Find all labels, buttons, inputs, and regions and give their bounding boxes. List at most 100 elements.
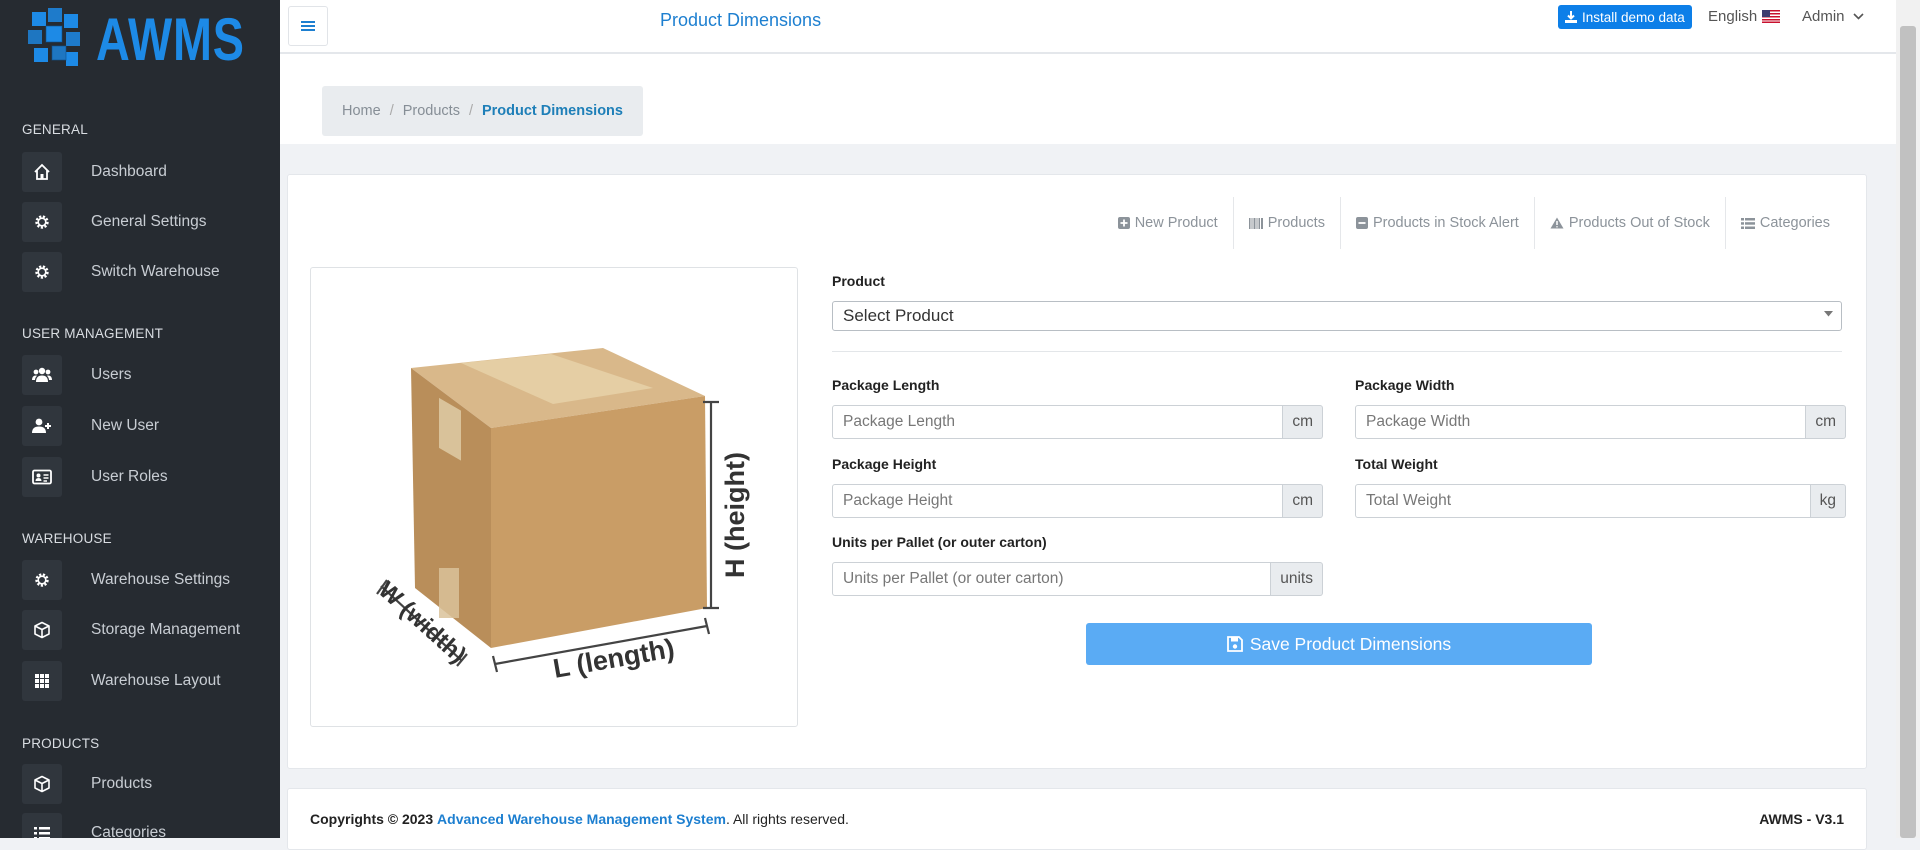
breadcrumb-home-link[interactable]: Home	[342, 103, 381, 119]
minus-square-icon	[1355, 217, 1368, 229]
sidebar-section-user-management: USER MANAGEMENT	[22, 326, 164, 341]
list-icon	[1740, 217, 1755, 229]
breadcrumb-separator: /	[468, 103, 473, 119]
sidebar-section-general: GENERAL	[22, 122, 88, 137]
sidebar-item-new-user[interactable]: New User	[22, 406, 272, 446]
page-title: Product Dimensions	[660, 10, 822, 30]
language-selector[interactable]: English	[1708, 8, 1781, 25]
app-logo[interactable]: AWMS	[26, 6, 280, 74]
sidebar-item-label: General Settings	[91, 213, 207, 230]
sidebar-item-general-settings[interactable]: General Settings	[22, 202, 272, 242]
cube-icon	[22, 610, 62, 650]
weight-unit: kg	[1810, 484, 1846, 518]
sidebar-item-users[interactable]: Users	[22, 355, 272, 395]
total-weight-input[interactable]	[1355, 484, 1811, 518]
rights-text: . All rights reserved.	[725, 811, 849, 827]
grid-icon	[22, 661, 62, 701]
categories-label: Categories	[1759, 215, 1830, 231]
sidebar-item-dashboard[interactable]: Dashboard	[22, 152, 272, 192]
caret-down-icon	[1824, 311, 1833, 317]
stock-alert-link[interactable]: Products in Stock Alert	[1341, 197, 1535, 249]
categories-link[interactable]: Categories	[1726, 197, 1830, 249]
package-width-group: cm	[1355, 405, 1846, 439]
logo-text: AWMS	[96, 6, 245, 73]
download-icon	[1565, 11, 1577, 23]
out-of-stock-label: Products Out of Stock	[1568, 215, 1710, 231]
units-per-pallet-input[interactable]	[832, 562, 1272, 596]
package-length-label: Package Length	[832, 377, 940, 393]
footer-copyright: Copyrights © 2023 Advanced Warehouse Man…	[310, 811, 849, 827]
sidebar-item-storage-management[interactable]: Storage Management	[22, 610, 272, 650]
menu-toggle-button[interactable]	[288, 6, 328, 46]
sidebar-item-warehouse-layout[interactable]: Warehouse Layout	[22, 661, 272, 701]
save-label: Save Product Dimensions	[1249, 633, 1452, 654]
chevron-down-icon	[1852, 13, 1864, 20]
package-height-group: cm	[832, 484, 1323, 518]
company-link[interactable]: Advanced Warehouse Management System	[437, 811, 726, 827]
package-width-input[interactable]	[1355, 405, 1807, 439]
package-height-input[interactable]	[832, 484, 1284, 518]
units-unit: units	[1271, 562, 1323, 596]
barcode-icon	[1248, 217, 1263, 229]
warning-icon	[1550, 217, 1564, 229]
us-flag-icon	[1762, 10, 1781, 23]
user-plus-icon	[22, 406, 62, 446]
out-of-stock-link[interactable]: Products Out of Stock	[1535, 197, 1726, 249]
sidebar-section-products: PRODUCTS	[22, 736, 100, 751]
sidebar-item-warehouse-settings[interactable]: Warehouse Settings	[22, 560, 272, 600]
height-unit: cm	[1283, 484, 1323, 518]
breadcrumb-products-link[interactable]: Products	[403, 103, 460, 119]
user-name: Admin	[1802, 8, 1845, 25]
sidebar-item-label: Products	[91, 775, 153, 792]
sidebar-item-switch-warehouse[interactable]: Switch Warehouse	[22, 252, 272, 292]
stock-alert-label: Products in Stock Alert	[1372, 215, 1519, 231]
product-select-value: Select Product	[843, 306, 954, 325]
total-weight-label: Total Weight	[1355, 456, 1438, 472]
language-label: English	[1708, 8, 1758, 25]
sidebar-item-label: Warehouse Settings	[91, 571, 231, 588]
package-height-label: Package Height	[832, 456, 937, 472]
breadcrumb: Home / Products / Product Dimensions	[322, 86, 643, 136]
product-dimensions-card: New Product Products Products in Stock A…	[287, 174, 1867, 769]
cardboard-box-icon: H (height) L (length) W (width)	[373, 348, 750, 684]
units-per-pallet-label: Units per Pallet (or outer carton)	[832, 534, 1047, 550]
plus-square-icon	[1117, 217, 1130, 229]
new-product-link[interactable]: New Product	[1103, 197, 1234, 249]
breadcrumb-current: Product Dimensions	[481, 103, 623, 119]
length-unit: cm	[1283, 405, 1323, 439]
scrollbar-thumb[interactable]	[1900, 26, 1916, 838]
sidebar-item-label: New User	[91, 417, 160, 434]
quick-links: New Product Products Products in Stock A…	[1103, 197, 1830, 249]
sidebar-section-warehouse: WAREHOUSE	[22, 531, 112, 546]
sidebar-item-label: Dashboard	[91, 163, 167, 180]
sidebar-item-products[interactable]: Products	[22, 764, 272, 804]
sidebar-item-label: User Roles	[91, 468, 168, 485]
copyright-text: Copyrights © 2023	[310, 811, 434, 827]
list-icon	[22, 813, 62, 838]
cube-icon	[22, 764, 62, 804]
home-icon	[22, 152, 62, 192]
new-product-label: New Product	[1134, 215, 1218, 231]
page-scrollbar[interactable]	[1896, 0, 1920, 838]
sidebar: AWMS GENERAL Dashboard General Settings …	[0, 0, 280, 838]
length-label: L (length)	[551, 633, 677, 684]
product-select[interactable]: Select Product	[832, 301, 1842, 331]
app-version: AWMS - V3.1	[1759, 811, 1844, 827]
sidebar-item-categories[interactable]: Categories	[22, 813, 272, 838]
sidebar-item-user-roles[interactable]: User Roles	[22, 457, 272, 497]
package-length-input[interactable]	[832, 405, 1284, 439]
user-menu[interactable]: Admin	[1802, 8, 1864, 25]
id-card-icon	[22, 457, 62, 497]
products-link[interactable]: Products	[1234, 197, 1341, 249]
users-icon	[22, 355, 62, 395]
install-demo-data-button[interactable]: Install demo data	[1558, 5, 1692, 29]
save-product-dimensions-button[interactable]: Save Product Dimensions	[1086, 623, 1592, 665]
products-label: Products	[1267, 215, 1325, 231]
product-label: Product	[832, 273, 885, 289]
logo-cubes-icon	[28, 8, 80, 66]
units-per-pallet-group: units	[832, 562, 1323, 596]
width-unit: cm	[1806, 405, 1846, 439]
gear-icon	[22, 202, 62, 242]
package-length-group: cm	[832, 405, 1323, 439]
sidebar-item-label: Switch Warehouse	[91, 263, 220, 280]
